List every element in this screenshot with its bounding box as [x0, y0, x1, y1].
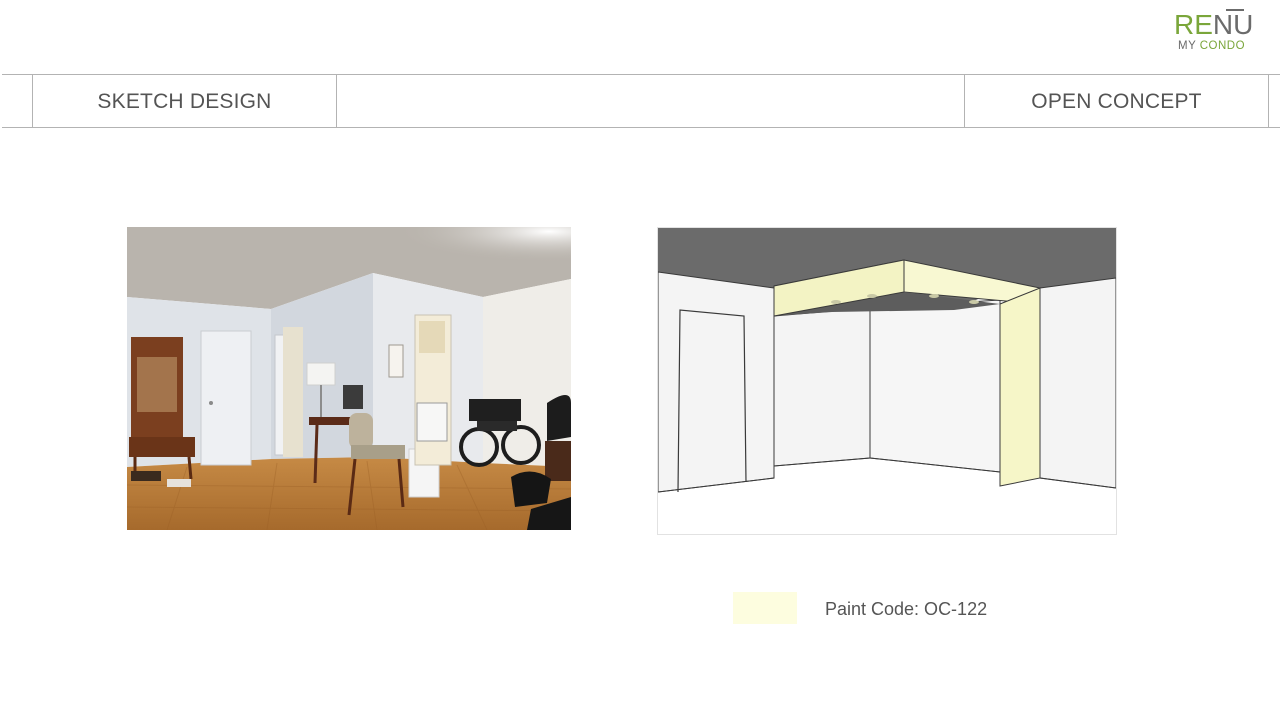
open-concept-title: OPEN CONCEPT — [1031, 90, 1202, 113]
sketch-design-title: SKETCH DESIGN — [97, 90, 272, 113]
logo-re-text: RE — [1174, 9, 1213, 40]
header-divider — [336, 74, 337, 128]
logo-tagline: MY CONDO — [1178, 40, 1245, 53]
logo-wordmark: RENU — [1174, 10, 1253, 40]
logo-nu-text: NU — [1212, 9, 1254, 40]
open-concept-sketch — [657, 227, 1117, 535]
paint-swatch — [733, 592, 797, 624]
header-divider — [1268, 74, 1269, 128]
logo-my-text: MY — [1178, 40, 1197, 52]
logo-macron-mark — [1226, 9, 1244, 11]
renu-logo: RENU MY CONDO — [1172, 8, 1253, 56]
logo-condo-text: CONDO — [1199, 40, 1246, 52]
room-photo — [127, 227, 571, 530]
paint-code-label: Paint Code: OC-122 — [825, 599, 988, 619]
